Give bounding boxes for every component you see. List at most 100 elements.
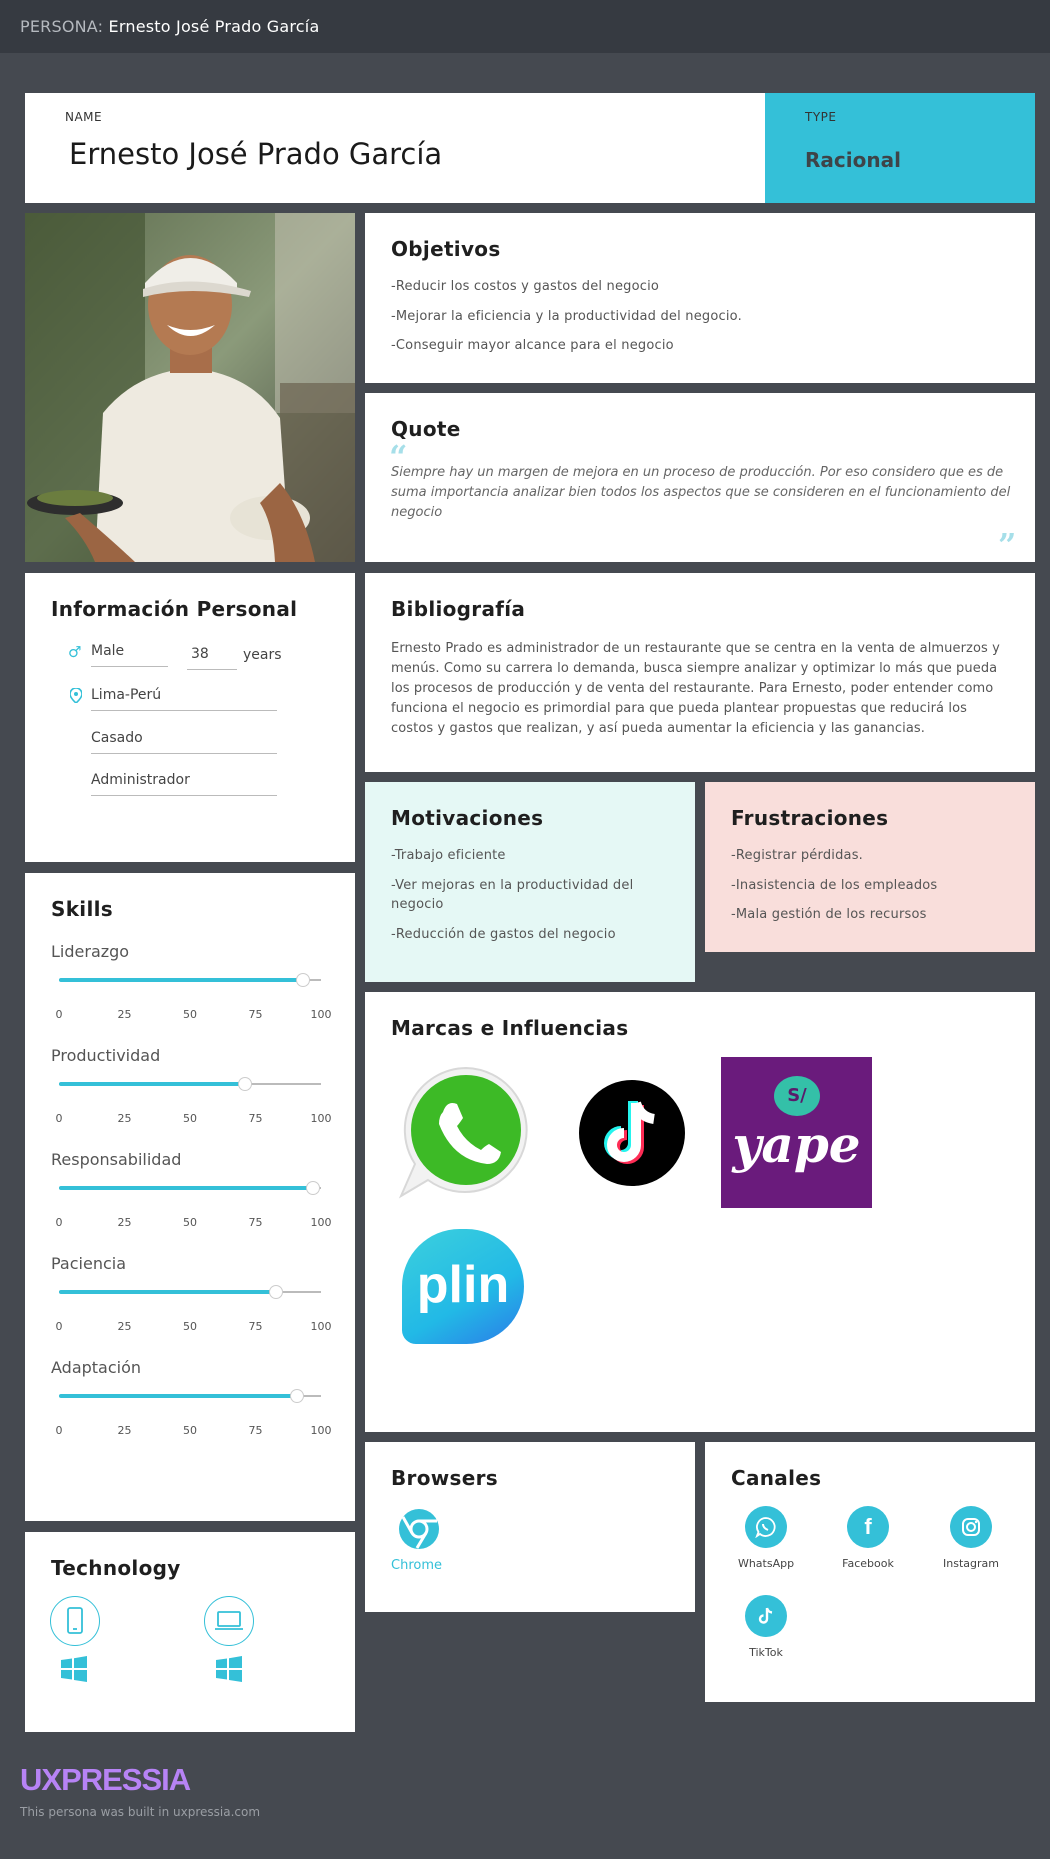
skill-slider-track[interactable] (59, 1389, 321, 1403)
skill-tick-label: 100 (310, 1008, 332, 1021)
objetivos-title: Objetivos (391, 237, 501, 261)
windows-icon (61, 1656, 87, 1686)
channel-whatsapp[interactable]: WhatsApp (721, 1506, 811, 1570)
skill-tick-label: 100 (310, 1216, 332, 1229)
skill-tick-label: 100 (310, 1112, 332, 1125)
skills-card: Skills Liderazgo 0 25 50 75 100 Productividad 0… (25, 873, 355, 1521)
skill-tick-label: 100 (310, 1424, 332, 1437)
skill-tick-label: 75 (248, 1424, 263, 1437)
personal-info-title: Información Personal (51, 597, 298, 621)
skill-liderazgo: Liderazgo 0 25 50 75 100 (25, 942, 355, 1046)
plin-text: plin (416, 1256, 510, 1314)
skill-slider-track[interactable] (59, 1285, 321, 1299)
skill-slider-fill (59, 978, 303, 982)
channel-facebook[interactable]: f Facebook (823, 1506, 913, 1570)
yape-logo[interactable]: S/ yape (721, 1057, 872, 1208)
skills-title: Skills (51, 897, 113, 921)
skill-tick-label: 50 (183, 1216, 197, 1229)
skill-paciencia: Paciencia 0 25 50 75 100 (25, 1254, 355, 1358)
objetivos-item[interactable]: -Conseguir mayor alcance para el negocio (391, 336, 674, 355)
channel-label: WhatsApp (737, 1557, 795, 1570)
motivaciones-title: Motivaciones (391, 806, 544, 830)
frustraciones-item[interactable]: -Inasistencia de los empleados (731, 876, 937, 895)
location-field[interactable]: Lima-Perú (91, 687, 277, 711)
persona-photo[interactable] (25, 213, 355, 562)
frustraciones-title: Frustraciones (731, 806, 889, 830)
skill-tick-label: 0 (55, 1008, 63, 1021)
motivaciones-item[interactable]: -Ver mejoras en la productividad del neg… (391, 876, 671, 914)
windows-icon (216, 1656, 242, 1686)
skill-slider-fill (59, 1082, 246, 1086)
skill-tick-label: 50 (183, 1320, 197, 1333)
skill-slider-fill (59, 1290, 277, 1294)
skill-tick-label: 25 (117, 1424, 132, 1437)
gender-field[interactable]: Male (91, 643, 168, 667)
skill-tick-label: 50 (183, 1424, 197, 1437)
chrome-label[interactable]: Chrome (391, 1558, 442, 1573)
age-field[interactable]: 38 (187, 646, 237, 670)
skill-adaptación: Adaptación 0 25 50 75 100 (25, 1358, 355, 1462)
skill-tick-label: 25 (117, 1320, 132, 1333)
chrome-icon[interactable] (398, 1508, 440, 1554)
frustraciones-item[interactable]: -Registrar pérdidas. (731, 846, 863, 865)
objetivos-item[interactable]: -Reducir los costos y gastos del negocio (391, 277, 659, 296)
channel-instagram[interactable]: Instagram (926, 1506, 1016, 1570)
skill-tick-label: 50 (183, 1112, 197, 1125)
channel-tiktok[interactable]: TikTok (721, 1595, 811, 1659)
plin-logo[interactable]: plin (402, 1229, 524, 1344)
tiktok-logo[interactable] (578, 1079, 686, 1191)
facebook-icon: f (847, 1506, 889, 1548)
skill-responsabilidad: Responsabilidad 0 25 50 75 100 (25, 1150, 355, 1254)
skill-tick-label: 25 (117, 1112, 132, 1125)
persona-header: PERSONA: Ernesto José Prado García (20, 17, 319, 36)
skill-slider-knob[interactable] (306, 1181, 321, 1195)
type-value[interactable]: Racional (805, 148, 901, 172)
yape-text: yape (732, 1115, 861, 1174)
skill-tick-label: 75 (248, 1008, 263, 1021)
whatsapp-icon (745, 1506, 787, 1548)
instagram-icon (950, 1506, 992, 1548)
top-bar: PERSONA: Ernesto José Prado García (0, 0, 1050, 53)
technology-title: Technology (51, 1556, 181, 1580)
frustraciones-card: Frustraciones -Registrar pérdidas. -Inas… (705, 782, 1035, 952)
mobile-icon[interactable] (50, 1596, 100, 1646)
skill-slider-track[interactable] (59, 1181, 321, 1195)
skill-name: Responsabilidad (51, 1150, 182, 1169)
objetivos-item[interactable]: -Mejorar la eficiencia y la productivida… (391, 307, 742, 326)
laptop-icon[interactable] (204, 1596, 254, 1646)
skill-slider-track[interactable] (59, 973, 321, 987)
skill-slider-knob[interactable] (295, 973, 310, 987)
skill-tick-label: 25 (117, 1216, 132, 1229)
motivaciones-item[interactable]: -Trabajo eficiente (391, 846, 506, 865)
skill-slider-knob[interactable] (269, 1285, 284, 1299)
frustraciones-item[interactable]: -Mala gestión de los recursos (731, 905, 927, 924)
skill-name: Liderazgo (51, 942, 130, 961)
quote-text[interactable]: Siempre hay un margen de mejora en un pr… (391, 463, 1011, 523)
skill-slider-track[interactable] (59, 1077, 321, 1091)
age-unit: years (243, 647, 282, 663)
skill-tick-label: 75 (248, 1216, 263, 1229)
skill-name: Adaptación (51, 1358, 142, 1377)
canales-card: Canales WhatsApp f Facebook Instagram Ti… (705, 1442, 1035, 1702)
skill-slider-knob[interactable] (290, 1389, 305, 1403)
browsers-card: Browsers Chrome (365, 1442, 695, 1612)
bio-text[interactable]: Ernesto Prado es administrador de un res… (391, 639, 1011, 739)
male-icon: ♂ (68, 643, 82, 661)
whatsapp-logo[interactable] (395, 1060, 537, 1206)
skill-slider-knob[interactable] (238, 1077, 253, 1091)
marital-status-field[interactable]: Casado (91, 730, 277, 754)
skill-tick-label: 0 (55, 1216, 63, 1229)
bio-title: Bibliografía (391, 597, 526, 621)
skill-tick-label: 75 (248, 1112, 263, 1125)
skill-tick-label: 0 (55, 1424, 63, 1437)
persona-name[interactable]: Ernesto José Prado García (69, 137, 442, 171)
persona-header-name: Ernesto José Prado García (108, 17, 320, 36)
tiktok-icon (745, 1595, 787, 1637)
persona-header-prefix: PERSONA: (20, 17, 104, 36)
skill-slider-fill (59, 1186, 314, 1190)
motivaciones-item[interactable]: -Reducción de gastos del negocio (391, 925, 616, 944)
occupation-field[interactable]: Administrador (91, 772, 277, 796)
objetivos-card: Objetivos -Reducir los costos y gastos d… (365, 213, 1035, 383)
uxpressia-logo[interactable]: UXPRESSIA (20, 1762, 191, 1798)
yape-badge: S/ (774, 1076, 820, 1116)
